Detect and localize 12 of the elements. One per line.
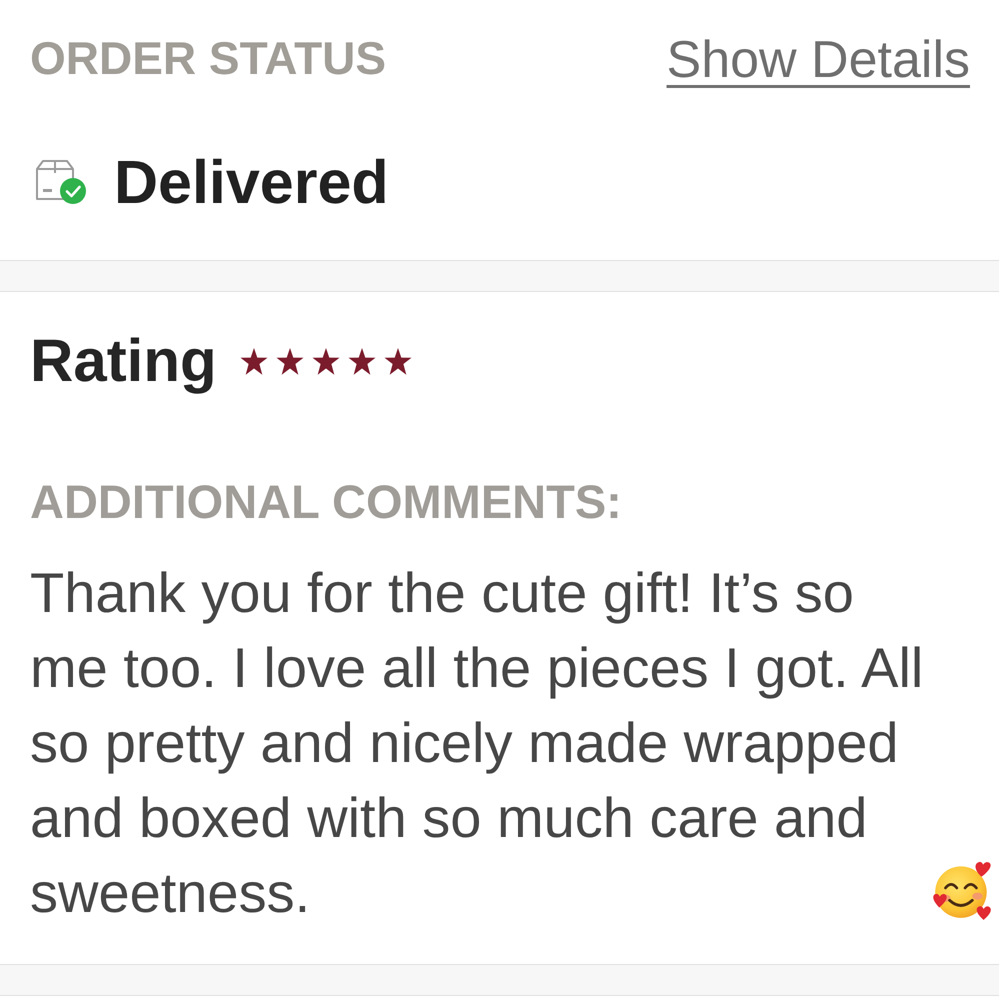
delivery-status: Delivered bbox=[114, 147, 389, 218]
star-icon bbox=[312, 348, 340, 374]
comments-heading: ADDITIONAL COMMENTS: bbox=[30, 474, 623, 530]
comment-text: Thank you for the cute gift! It’s so me too. I love all the pieces I got. All so pretty and nicely made wrapped and boxed with so much care and sweetness. bbox=[30, 560, 924, 926]
star-icon bbox=[348, 348, 376, 374]
star-icon bbox=[240, 348, 268, 374]
show-details-link[interactable]: Show Details bbox=[666, 30, 970, 90]
rating-label: Rating bbox=[30, 326, 217, 396]
star-icon bbox=[276, 348, 304, 374]
star-icon bbox=[384, 348, 412, 374]
section-heading: ORDER STATUS bbox=[30, 31, 386, 86]
package-check-icon bbox=[35, 159, 87, 205]
